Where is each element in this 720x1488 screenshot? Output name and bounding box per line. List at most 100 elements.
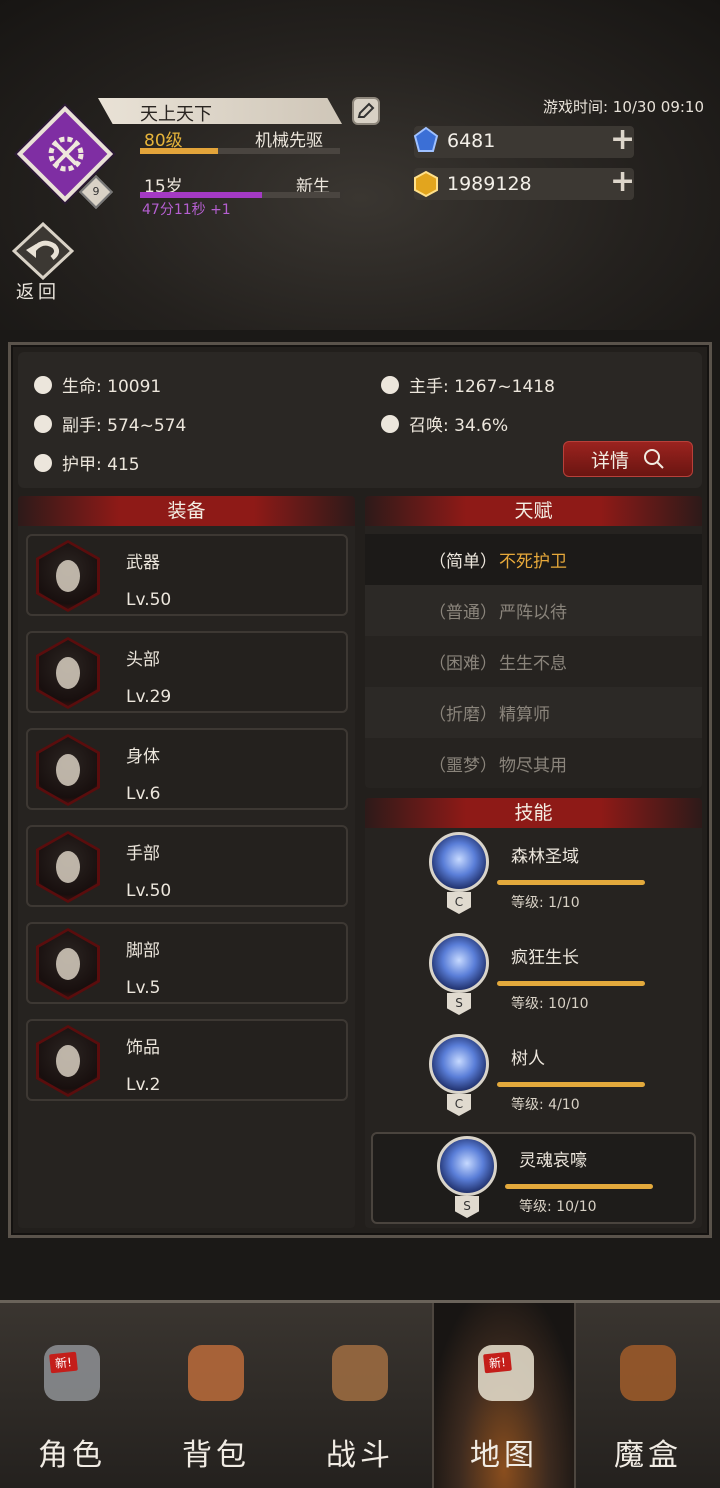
skill-name: 疯狂生长 — [511, 948, 579, 968]
talent-row[interactable]: （简单） 不死护卫 — [365, 534, 702, 585]
talents-header: 天赋 — [365, 496, 702, 526]
talent-row[interactable]: （噩梦） 物尽其用 — [365, 738, 702, 789]
nav-label: 背包 — [182, 1438, 250, 1473]
talent-row[interactable]: （普通） 严阵以待 — [365, 585, 702, 636]
talent-difficulty: （普通） — [429, 603, 497, 623]
heart-icon — [34, 375, 52, 394]
equipment-frame — [36, 734, 100, 806]
equipment-slot[interactable]: 饰品 Lv.2 — [26, 1019, 348, 1101]
skill-item[interactable]: S 灵魂哀嚎 等级: 10/10 — [371, 1132, 696, 1224]
back-label: 返回 — [16, 282, 60, 303]
talent-name: 生生不息 — [499, 654, 567, 674]
summon-stat: 召唤: 34.6% — [381, 411, 508, 436]
game-time: 游戏时间: 10/30 09:10 — [542, 98, 704, 116]
equipment-slot[interactable]: 身体 Lv.6 — [26, 728, 348, 810]
age-bar — [140, 192, 340, 198]
equipment-slot[interactable]: 头部 Lv.29 — [26, 631, 348, 713]
staff-icon — [39, 543, 97, 609]
skill-level-bar — [497, 1082, 645, 1087]
equipment-level: Lv.6 — [126, 784, 161, 804]
nav-label: 地图 — [470, 1438, 538, 1473]
player-name: 天上天下 — [140, 104, 212, 125]
new-badge: 新! — [49, 1351, 78, 1374]
skill-level-bar — [497, 880, 645, 885]
main-hand-value: 主手: 1267~1418 — [409, 377, 555, 397]
skill-item[interactable]: C 树人 等级: 4/10 — [365, 1032, 702, 1124]
gem-count: 6481 — [447, 130, 496, 152]
edit-name-icon[interactable] — [352, 97, 380, 125]
talent-name: 不死护卫 — [499, 552, 567, 572]
nav-tab[interactable]: 新! 地图 — [432, 1303, 576, 1488]
talent-row[interactable]: （折磨） 精算师 — [365, 687, 702, 738]
equipment-level: Lv.5 — [126, 978, 161, 998]
skill-icon — [429, 933, 489, 993]
details-button[interactable]: 详情 — [563, 441, 693, 477]
equipment-header: 装备 — [18, 496, 355, 526]
equipment-slot-name: 武器 — [126, 553, 160, 573]
armor-icon — [39, 737, 97, 803]
talent-name: 精算师 — [499, 705, 550, 725]
boots-icon — [39, 931, 97, 997]
equipment-level: Lv.2 — [126, 1075, 161, 1095]
nav-tab[interactable]: 背包 — [144, 1303, 288, 1488]
nav-tab[interactable]: 新! 角色 — [0, 1303, 144, 1488]
talent-difficulty: （简单） — [429, 552, 497, 572]
equipment-level: Lv.50 — [126, 590, 172, 610]
skill-level-bar — [497, 981, 645, 986]
add-gold-button[interactable]: + — [610, 167, 635, 197]
skills-panel: 技能 C 森林圣域 等级: 1/10 S 疯狂生长等级: 10/10 C 树人 等级: 4/1… — [365, 798, 702, 1228]
gem-icon — [412, 126, 440, 158]
equipment-slot[interactable]: 脚部 Lv.5 — [26, 922, 348, 1004]
summon-icon — [381, 414, 399, 433]
talent-difficulty: （噩梦） — [429, 756, 497, 776]
level-bar — [140, 148, 340, 154]
skill-level: 等级: 10/10 — [511, 996, 589, 1012]
summon-value: 召唤: 34.6% — [409, 416, 509, 436]
skill-name: 森林圣域 — [511, 847, 579, 867]
talent-row[interactable]: （困难） 生生不息 — [365, 636, 702, 687]
skill-level: 等级: 10/10 — [519, 1199, 597, 1215]
trinket-icon — [39, 1028, 97, 1094]
shield-icon — [34, 414, 52, 433]
talent-difficulty: （折磨） — [429, 705, 497, 725]
level-bar-fill — [140, 148, 218, 154]
nav-label: 魔盒 — [614, 1438, 682, 1473]
skill-level-bar — [505, 1184, 653, 1189]
talent-name: 物尽其用 — [499, 756, 567, 776]
equipment-slot-name: 头部 — [126, 650, 160, 670]
off-hand-value: 副手: 574~574 — [62, 416, 187, 436]
equipment-level: Lv.29 — [126, 687, 172, 707]
equipment-level: Lv.50 — [126, 881, 172, 901]
helmet-icon — [32, 1333, 112, 1413]
talent-difficulty: （困难） — [429, 654, 497, 674]
scroll-map-icon — [466, 1333, 546, 1413]
nav-tab[interactable]: 魔盒 — [576, 1303, 720, 1488]
add-gems-button[interactable]: + — [610, 125, 635, 155]
talents-panel: 天赋 （简单） 不死护卫 （普通） 严阵以待 （困难） 生生不息 （折磨） 精算师 （噩梦） 物尽… — [365, 496, 702, 788]
age-bar-fill — [140, 192, 262, 198]
equipment-slot-name: 脚部 — [126, 941, 160, 961]
armor-icon — [34, 453, 52, 472]
backpack-icon — [176, 1333, 256, 1413]
hp-value: 生命: 10091 — [62, 377, 162, 397]
skills-header: 技能 — [365, 798, 702, 828]
age-timer: 47分11秒 +1 — [142, 202, 231, 218]
equipment-slot-name: 手部 — [126, 844, 160, 864]
skill-grade: S — [447, 993, 471, 1015]
equipment-slot[interactable]: 武器 Lv.50 — [26, 534, 348, 616]
back-button[interactable] — [11, 221, 75, 281]
equipment-frame — [36, 928, 100, 1000]
nav-tab[interactable]: 战斗 — [288, 1303, 432, 1488]
back-arrow-icon — [11, 221, 75, 281]
skill-item[interactable]: C 森林圣域 等级: 1/10 — [365, 830, 702, 922]
gold-count: 1989128 — [447, 173, 532, 195]
equipment-slot[interactable]: 手部 Lv.50 — [26, 825, 348, 907]
equipment-panel: 装备 武器 Lv.50 头部 Lv.29 身体 Lv.6 手部 Lv.50 脚部 Lv.5 饰品 Lv… — [18, 496, 355, 1228]
name-plate — [98, 98, 342, 124]
skill-grade: C — [447, 1094, 471, 1116]
equipment-slot-name: 饰品 — [126, 1038, 160, 1058]
skill-item[interactable]: S 疯狂生长等级: 10/10 — [365, 931, 702, 1023]
details-label: 详情 — [590, 449, 629, 472]
talent-name: 严阵以待 — [499, 603, 567, 623]
nav-label: 战斗 — [326, 1438, 394, 1473]
